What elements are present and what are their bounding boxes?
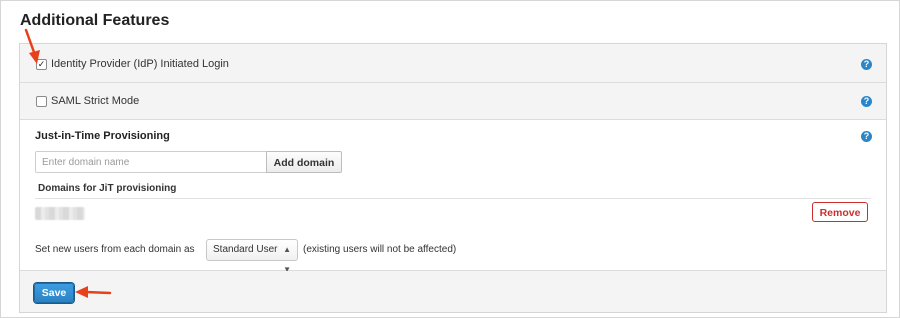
- feature-row-idp-login: ✓ Identity Provider (IdP) Initiated Logi…: [20, 44, 886, 83]
- role-suffix-text: (existing users will not be affected): [303, 244, 457, 255]
- question-circle-icon[interactable]: ?: [861, 96, 872, 107]
- question-circle-icon[interactable]: ?: [861, 59, 872, 70]
- jit-provisioning-section: Just-in-Time Provisioning ? Add domain D…: [20, 120, 886, 274]
- annotation-arrow-icon: [24, 28, 40, 64]
- save-button[interactable]: Save: [34, 283, 74, 303]
- saml-strict-label: SAML Strict Mode: [51, 95, 140, 107]
- remove-domain-button[interactable]: Remove: [812, 202, 868, 222]
- idp-login-label: Identity Provider (IdP) Initiated Login: [51, 58, 229, 70]
- settings-frame: Additional Features ✓ Identity Provider …: [0, 0, 900, 318]
- section-title: Additional Features: [20, 12, 170, 29]
- role-prefix-text: Set new users from each domain as: [35, 244, 195, 255]
- domains-list-label: Domains for JiT provisioning: [38, 183, 177, 194]
- annotation-arrow-icon: [75, 286, 112, 298]
- default-role-row: Set new users from each domain as Standa…: [35, 239, 735, 274]
- redacted-domain: [35, 207, 85, 220]
- features-panel: ✓ Identity Provider (IdP) Initiated Logi…: [19, 43, 887, 313]
- jit-title: Just-in-Time Provisioning: [35, 130, 170, 142]
- add-domain-button[interactable]: Add domain: [266, 151, 342, 173]
- feature-row-saml-strict: SAML Strict Mode ?: [20, 83, 886, 120]
- default-role-value: Standard User: [213, 244, 278, 255]
- form-footer: Save: [20, 271, 886, 312]
- default-role-select[interactable]: Standard User ▲ ▼: [206, 239, 298, 274]
- saml-strict-checkbox[interactable]: [36, 96, 47, 107]
- domain-list-item: Remove: [35, 199, 871, 227]
- question-circle-icon[interactable]: ?: [861, 131, 872, 142]
- domain-name-input[interactable]: [35, 151, 270, 173]
